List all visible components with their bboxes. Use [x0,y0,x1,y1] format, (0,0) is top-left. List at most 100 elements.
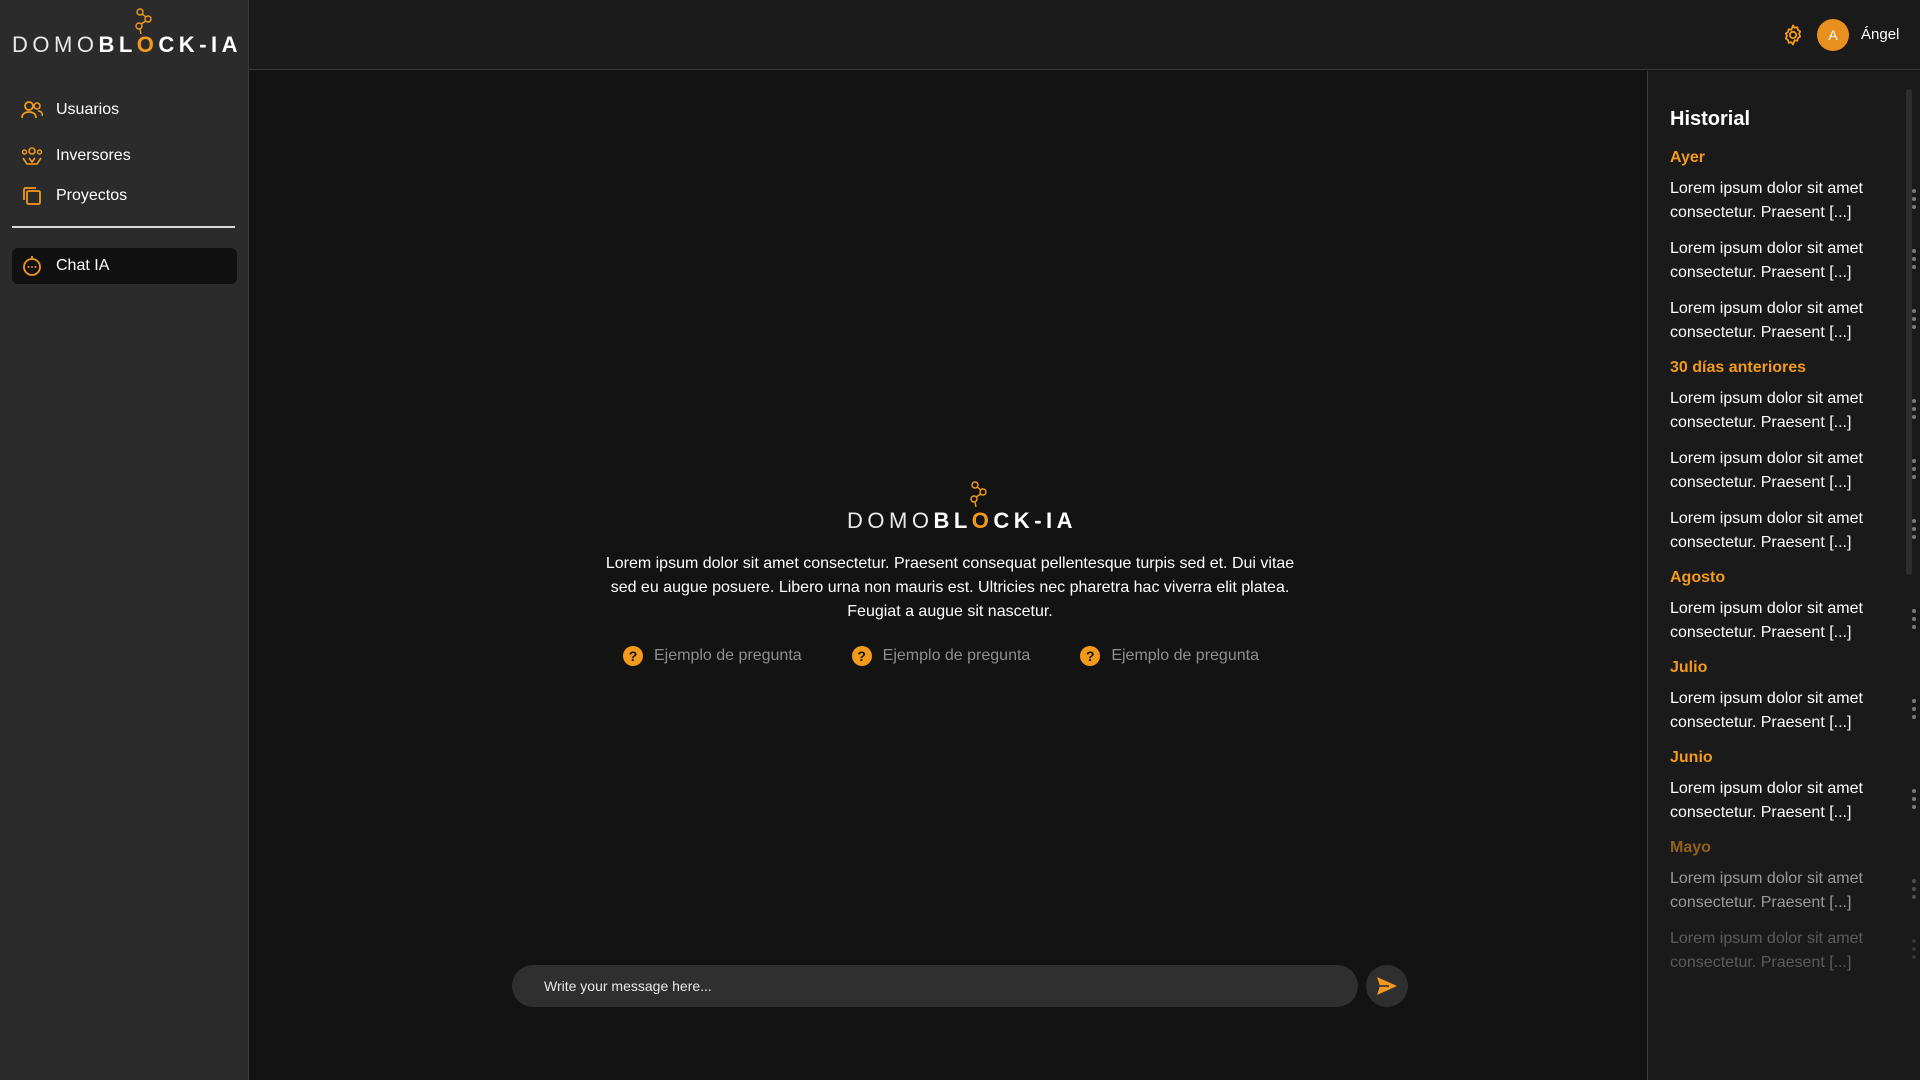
robot-icon [20,254,44,278]
history-item-line: Lorem ipsum dolor sit amet [1670,510,1863,527]
brand-part-ia: IA [1046,508,1078,533]
question-icon: ? [623,646,643,666]
brand-part-bl: BL [98,32,137,57]
molecule-icon [135,8,152,34]
history-group: Julio Lorem ipsum dolor sit amet consect… [1670,659,1916,735]
example-question[interactable]: ? Ejemplo de pregunta [1080,646,1259,666]
history-item-line: Lorem ipsum dolor sit amet [1670,600,1863,617]
history-group-label: 30 días anteriores [1670,359,1807,376]
brand-wordmark: DOMOBLOCK-IA [12,32,242,58]
sidebar-item-label: Proyectos [56,187,128,204]
history-group-label: Mayo [1670,839,1711,856]
history-item-line: Lorem ipsum dolor sit amet [1670,870,1863,887]
history-group: 30 días anteriores Lorem ipsum dolor sit… [1670,359,1916,555]
history-panel: Historial Ayer Lorem ipsum dolor sit ame… [1647,71,1920,1080]
example-question-label: Ejemplo de pregunta [882,647,1031,664]
brand-part-bl: BL [933,508,972,533]
center-brand-wordmark: DOMOBLOCK-IA [847,508,1077,534]
sidebar-item-usuarios[interactable]: Usuarios [12,92,237,128]
more-options-icon[interactable] [1912,789,1916,809]
top-bar: A Ángel [249,0,1920,70]
history-group: Mayo Lorem ipsum dolor sit amet consecte… [1670,839,1916,975]
brand-part-ck: CK [158,32,200,57]
intro-text: Lorem ipsum dolor sit amet consectetur. … [605,555,1295,620]
question-icon: ? [1080,646,1101,666]
more-options-icon[interactable] [1912,459,1916,479]
history-item[interactable]: Lorem ipsum dolor sit amet consectetur. … [1670,237,1916,285]
example-question[interactable]: ? Ejemplo de pregunta [851,646,1031,666]
history-item-line: consectetur. Praesent [...] [1670,954,1852,971]
history-item[interactable]: Lorem ipsum dolor sit amet consectetur. … [1670,777,1916,825]
message-composer[interactable] [512,965,1358,1007]
sidebar: DOMOBLOCK-IA Usuarios Inversores Proyect… [0,0,249,1080]
history-item-line: consectetur. Praesent [...] [1670,624,1852,641]
history-item-line: Lorem ipsum dolor sit amet [1670,450,1863,467]
history-item-line: Lorem ipsum dolor sit amet [1670,930,1863,947]
example-question-label: Ejemplo de pregunta [654,647,802,664]
history-group-label: Junio [1670,749,1713,766]
username-label[interactable]: Ángel [1861,26,1899,43]
history-list: Ayer Lorem ipsum dolor sit amet consecte… [1670,149,1916,989]
more-options-icon[interactable] [1912,309,1916,329]
sidebar-item-inversores[interactable]: Inversores [12,138,237,174]
history-item-line: Lorem ipsum dolor sit amet [1670,180,1863,197]
history-item[interactable]: Lorem ipsum dolor sit amet consectetur. … [1670,297,1916,345]
history-item[interactable]: Lorem ipsum dolor sit amet consectetur. … [1670,177,1916,225]
more-options-icon[interactable] [1912,939,1916,959]
history-group-label: Agosto [1670,569,1726,586]
chat-main: DOMOBLOCK-IA Lorem ipsum dolor sit amet … [250,71,1647,1080]
history-item-line: consectetur. Praesent [...] [1670,324,1852,341]
history-item-line: consectetur. Praesent [...] [1670,534,1852,551]
send-icon [1377,977,1397,995]
brand-part-sep: - [199,32,212,57]
send-button[interactable] [1366,965,1408,1007]
avatar[interactable]: A [1817,19,1849,51]
brand-part-ia: IA [211,32,243,57]
brand-part-o: O [971,508,994,533]
more-options-icon[interactable] [1912,879,1916,899]
brand-part-domo: DOMO [12,32,99,57]
sidebar-item-chat-ia[interactable]: Chat IA [12,248,237,284]
history-group-label: Ayer [1670,149,1705,166]
example-question[interactable]: ? Ejemplo de pregunta [623,646,802,666]
sidebar-item-proyectos[interactable]: Proyectos [12,178,237,214]
gear-icon[interactable] [1781,23,1805,47]
history-item[interactable]: Lorem ipsum dolor sit amet consectetur. … [1670,507,1916,555]
more-options-icon[interactable] [1912,399,1916,419]
more-options-icon[interactable] [1912,519,1916,539]
more-options-icon[interactable] [1912,189,1916,209]
message-input[interactable] [544,978,1358,994]
more-options-icon[interactable] [1912,699,1916,719]
history-item-line: consectetur. Praesent [...] [1670,804,1852,821]
history-item-line: consectetur. Praesent [...] [1670,714,1852,731]
history-item[interactable]: Lorem ipsum dolor sit amet consectetur. … [1670,387,1916,435]
sidebar-divider [12,226,235,228]
example-questions: ? Ejemplo de pregunta ? Ejemplo de pregu… [623,646,1323,666]
history-item[interactable]: Lorem ipsum dolor sit amet consectetur. … [1670,927,1916,975]
history-item-line: Lorem ipsum dolor sit amet [1670,690,1863,707]
question-icon: ? [851,646,872,666]
history-item[interactable]: Lorem ipsum dolor sit amet consectetur. … [1670,867,1916,915]
history-item[interactable]: Lorem ipsum dolor sit amet consectetur. … [1670,597,1916,645]
brand-logo[interactable]: DOMOBLOCK-IA [12,8,238,58]
history-group: Junio Lorem ipsum dolor sit amet consect… [1670,749,1916,825]
users-icon [20,98,44,122]
investors-icon [20,144,44,168]
history-group: Agosto Lorem ipsum dolor sit amet consec… [1670,569,1916,645]
sidebar-item-label: Chat IA [56,257,110,274]
history-item[interactable]: Lorem ipsum dolor sit amet consectetur. … [1670,447,1916,495]
history-item-line: consectetur. Praesent [...] [1670,264,1852,281]
history-title: Historial [1670,108,1751,130]
more-options-icon[interactable] [1912,609,1916,629]
history-group: Ayer Lorem ipsum dolor sit amet consecte… [1670,149,1916,345]
history-item-line: consectetur. Praesent [...] [1670,204,1852,221]
history-item-line: Lorem ipsum dolor sit amet [1670,780,1863,797]
history-item[interactable]: Lorem ipsum dolor sit amet consectetur. … [1670,687,1916,735]
history-item-line: consectetur. Praesent [...] [1670,414,1852,431]
brand-part-sep: - [1034,508,1047,533]
history-item-line: consectetur. Praesent [...] [1670,474,1852,491]
more-options-icon[interactable] [1912,249,1916,269]
brand-part-o: O [136,32,159,57]
history-group-label: Julio [1670,659,1708,676]
sidebar-item-label: Inversores [56,147,131,164]
